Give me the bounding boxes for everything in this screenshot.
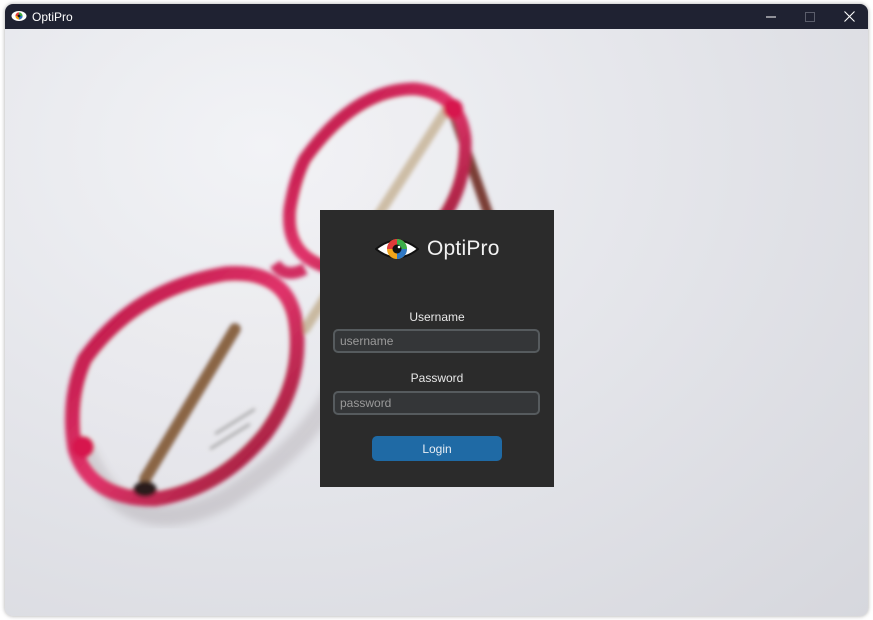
background-image: OptiPro Username Password Login (5, 29, 868, 616)
eye-logo-icon (375, 239, 419, 259)
app-window: OptiPro OptiPro Username username Passwo… (5, 4, 868, 616)
username-input[interactable] (333, 329, 540, 353)
minimize-icon (766, 16, 776, 17)
password-input[interactable] (333, 391, 540, 415)
close-icon (843, 11, 855, 22)
username-label: Username (409, 310, 465, 324)
app-eye-icon (11, 11, 27, 21)
window-title: OptiPro (32, 10, 73, 24)
login-panel: OptiPro Username Password Login (320, 210, 554, 487)
password-label: Password (410, 371, 464, 385)
login-button[interactable]: Login (372, 436, 502, 461)
maximize-icon (805, 11, 815, 22)
maximize-button[interactable] (791, 4, 829, 29)
close-button[interactable] (830, 4, 868, 29)
minimize-button[interactable] (752, 4, 790, 29)
title-bar[interactable]: OptiPro (5, 4, 868, 29)
brand-name: OptiPro (427, 237, 500, 260)
